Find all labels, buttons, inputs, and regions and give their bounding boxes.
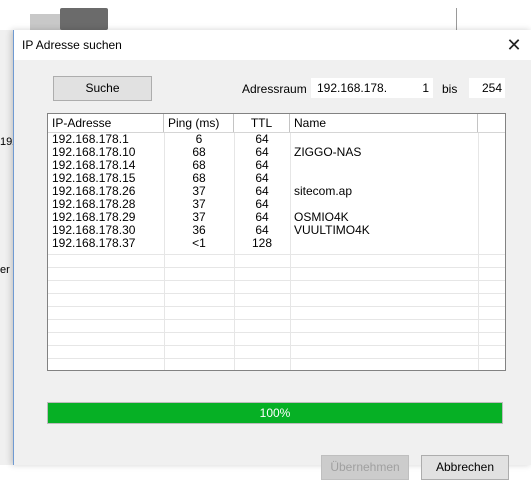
column-header-name[interactable]: Name	[290, 114, 478, 132]
row-gridline	[48, 280, 505, 281]
background-text-fragment: er	[0, 264, 10, 276]
progress-bar: 100%	[47, 402, 503, 424]
dialog-title: IP Adresse suchen	[22, 38, 122, 52]
row-gridline	[48, 345, 505, 346]
address-prefix-field[interactable]: 192.168.178.	[311, 78, 409, 98]
cell-name	[294, 237, 474, 250]
list-body: 192.168.178.1 6 64 192.168.178.10 68 64 ZIGGO-…	[48, 133, 505, 370]
range-to-label: bis	[442, 82, 458, 96]
apply-button[interactable]: Übernehmen	[321, 455, 409, 480]
ip-search-dialog: IP Adresse suchen ✕ Suche Adressraum 192…	[13, 30, 531, 480]
row-gridline	[48, 306, 505, 307]
row-gridline	[48, 319, 505, 320]
progress-label: 100%	[259, 406, 291, 420]
range-end-field[interactable]: 254	[469, 78, 505, 98]
results-list[interactable]: IP-Adresse Ping (ms) TTL Name 192.168.17…	[47, 113, 506, 371]
background-device-image	[60, 8, 108, 30]
row-gridline	[48, 254, 505, 255]
cell-name: VUULTIMO4K	[294, 223, 370, 237]
cancel-button[interactable]: Abbrechen	[421, 455, 509, 480]
list-header: IP-Adresse Ping (ms) TTL Name	[48, 114, 505, 133]
column-header-ttl[interactable]: TTL	[234, 114, 290, 132]
cell-ping: <1	[192, 236, 206, 250]
range-start-field[interactable]: 1	[409, 78, 433, 98]
cell-name	[294, 159, 474, 172]
dialog-client-area: Suche Adressraum 192.168.178. 1 bis 254 …	[14, 60, 531, 480]
search-button[interactable]: Suche	[53, 76, 152, 101]
table-row[interactable]: 192.168.178.37 <1 128	[48, 236, 505, 250]
cell-name: ZIGGO-NAS	[294, 145, 362, 159]
cell-ttl: 128	[251, 236, 273, 250]
background-panel	[456, 8, 531, 30]
row-gridline	[48, 358, 505, 359]
dialog-titlebar[interactable]: IP Adresse suchen ✕	[14, 30, 531, 60]
column-header-ip[interactable]: IP-Adresse	[48, 114, 164, 132]
column-header-ping[interactable]: Ping (ms)	[164, 114, 234, 132]
row-gridline	[48, 332, 505, 333]
cell-ip: 192.168.178.37	[52, 236, 136, 250]
background-text-fragment: 192	[0, 136, 14, 148]
close-icon[interactable]: ✕	[502, 33, 526, 57]
address-range-label: Adressraum	[242, 82, 307, 96]
row-gridline	[48, 293, 505, 294]
row-gridline	[48, 267, 505, 268]
column-header-extra	[478, 114, 505, 132]
cell-name: sitecom.ap	[294, 184, 353, 198]
